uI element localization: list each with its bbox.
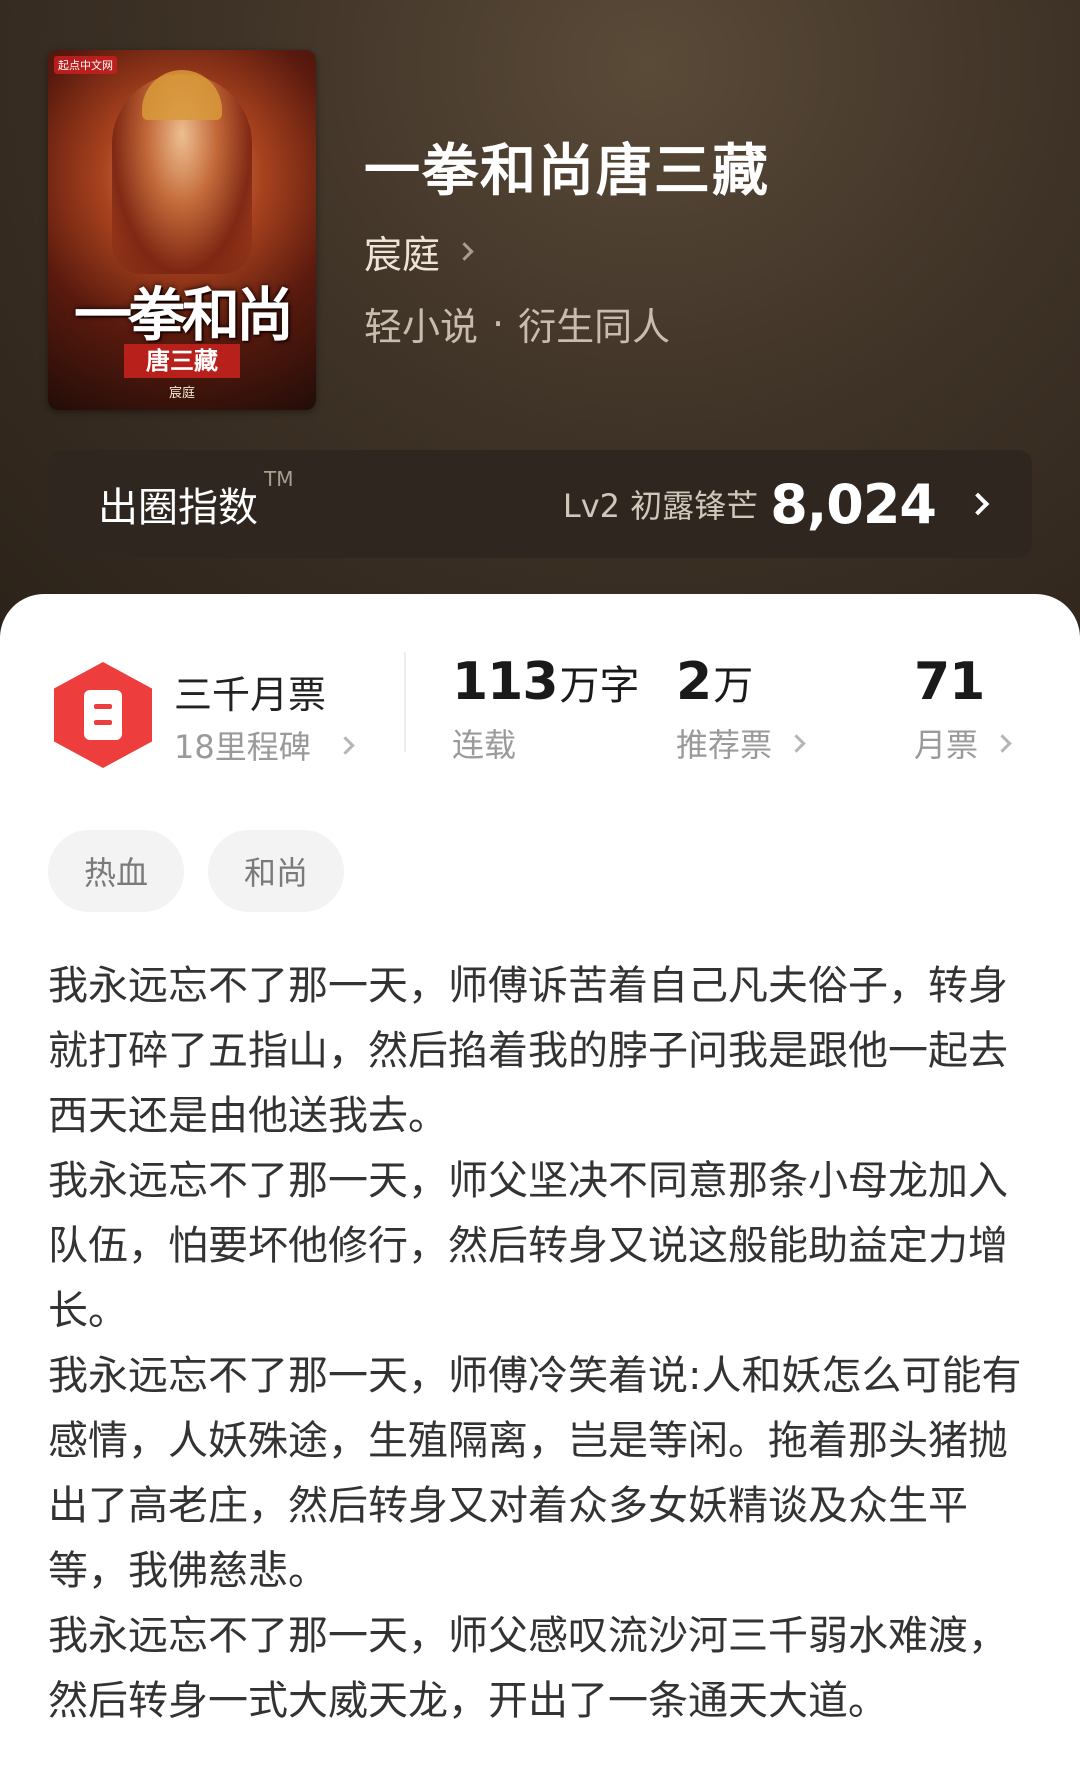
index-level: Lv2 初露锋芒 (562, 487, 759, 525)
chevron-right-icon (993, 733, 1012, 753)
cover-subtitle-art: 唐三藏 (124, 344, 240, 378)
popularity-index-bar[interactable]: 出圈指数TM Lv2 初露锋芒 8,024 (48, 450, 1032, 558)
author-link[interactable]: 宸庭 (364, 224, 474, 279)
word-count-stat: 113万字 连载 (452, 652, 640, 764)
chevron-right-icon (455, 242, 474, 261)
book-cover[interactable]: 起点中文网 一拳和尚 唐三藏 宸庭 (48, 50, 316, 410)
synopsis-paragraph: 我永远忘不了那一天，师傅诉苦着自己凡夫俗子，转身就打碎了五指山，然后掐着我的脖子… (48, 963, 1008, 1139)
cover-title-art: 一拳和尚 (73, 281, 294, 349)
genre-row: 轻小说 · 衍生同人 (364, 296, 670, 351)
index-label: 出圈指数TM (98, 467, 294, 531)
synopsis[interactable]: 我永远忘不了那一天，师傅诉苦着自己凡夫俗子，转身就打碎了五指山，然后掐着我的脖子… (48, 954, 1038, 1734)
serial-status: 连载 (452, 726, 517, 764)
monthly-ticket-stat[interactable]: 71 月票 (914, 652, 1012, 766)
category-label[interactable]: 轻小说 (364, 296, 478, 351)
recommend-ticket-label: 推荐票 (676, 726, 773, 764)
cover-art-crown (142, 70, 222, 120)
ranking-title[interactable]: 三千月票 (174, 664, 326, 719)
cover-author-art: 宸庭 (168, 386, 195, 401)
separator-dot: · (492, 301, 505, 346)
tag-chip[interactable]: 和尚 (208, 830, 345, 912)
book-title: 一拳和尚唐三藏 (364, 138, 770, 204)
recommend-ticket-stat[interactable]: 2万 推荐票 (676, 652, 806, 766)
synopsis-paragraph: 我永远忘不了那一天，师父感叹流沙河三千弱水难渡，然后转身一式大威天龙，开出了一条… (48, 1613, 1008, 1724)
subcategory-label[interactable]: 衍生同人 (518, 296, 670, 351)
author-name: 宸庭 (364, 233, 441, 277)
divider (404, 652, 406, 752)
milestone-label: 18里程碑 (174, 728, 311, 766)
tag-list: 热血 和尚 (48, 830, 345, 912)
chevron-right-icon (787, 733, 806, 753)
index-score: 8,024 (770, 472, 937, 536)
tag-chip[interactable]: 热血 (48, 830, 185, 912)
monthly-ticket-label: 月票 (914, 726, 979, 764)
synopsis-paragraph: 我永远忘不了那一天，师父坚决不同意那条小母龙加入队伍，怕要坏他修行，然后转身又说… (48, 1158, 1008, 1334)
trademark-mark: TM (264, 467, 294, 491)
chevron-right-icon (966, 492, 990, 516)
synopsis-paragraph: 我永远忘不了那一天，师傅冷笑着说:人和妖怎么可能有感情，人妖殊途，生殖隔离，岂是… (48, 1353, 1022, 1594)
chevron-right-icon (336, 735, 355, 755)
cover-publisher-logo: 起点中文网 (54, 56, 117, 74)
milestone-link[interactable]: 18里程碑 (174, 722, 355, 768)
